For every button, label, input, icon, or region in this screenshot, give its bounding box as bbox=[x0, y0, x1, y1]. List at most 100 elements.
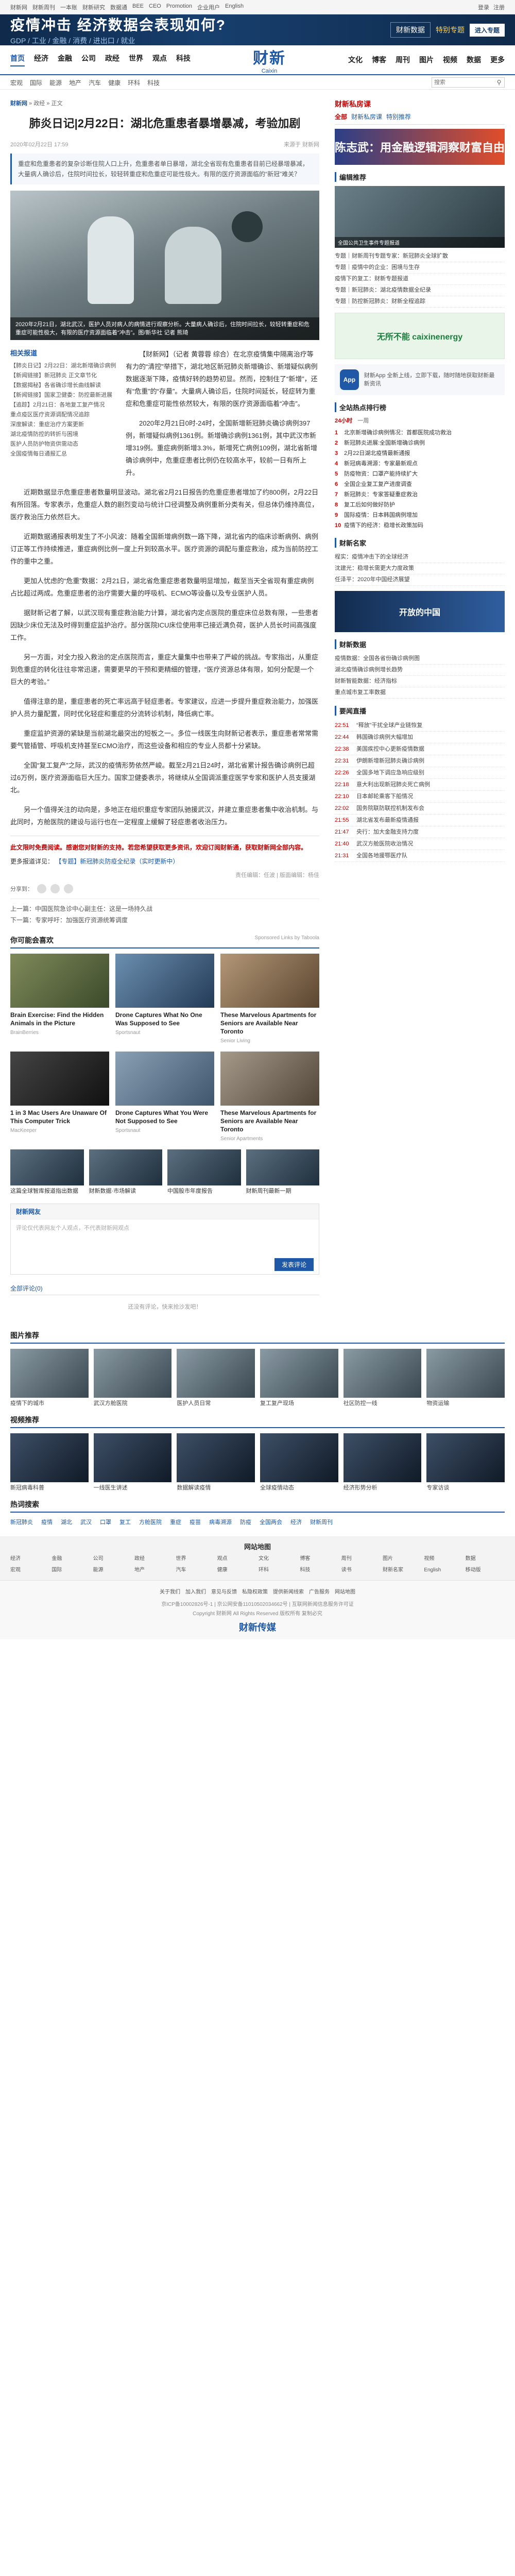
picture-card[interactable]: 疫情下的城市 bbox=[10, 1349, 89, 1408]
sitemap-link[interactable]: 世界 bbox=[176, 1554, 215, 1564]
open-china-banner[interactable]: 开放的中国 bbox=[335, 591, 505, 632]
sitemap-link[interactable]: 公司 bbox=[93, 1554, 132, 1564]
sponsored-card[interactable]: These Marvelous Apartments for Seniors a… bbox=[220, 954, 319, 1045]
editor-pick-item[interactable]: 专题｜防控新冠肺炎：财新全程追踪 bbox=[335, 296, 505, 308]
sitemap-link[interactable]: 宏观 bbox=[10, 1566, 49, 1575]
nav-item[interactable]: 文化 bbox=[348, 55, 363, 65]
hot-word[interactable]: 疫苗 bbox=[190, 1518, 201, 1527]
sitemap-link[interactable]: 周刊 bbox=[341, 1554, 381, 1564]
banner-enter-button[interactable]: 进入专题 bbox=[469, 23, 505, 37]
picture-card[interactable]: 复工复产现场 bbox=[260, 1349, 338, 1408]
sitemap-link[interactable]: 读书 bbox=[341, 1566, 381, 1575]
live-item[interactable]: 22:31 伊朗新增新冠肺炎确诊病例 bbox=[335, 755, 505, 767]
hot-word[interactable]: 全国两会 bbox=[260, 1518, 282, 1527]
editor-pick-image[interactable]: 全国公共卫生事件专题报道 bbox=[335, 186, 505, 248]
rank-tab[interactable]: 24小时 bbox=[335, 416, 352, 425]
sidebar-tab[interactable]: 特别推荐 bbox=[386, 112, 411, 121]
live-item[interactable]: 21:47 央行：加大金融支持力度 bbox=[335, 826, 505, 838]
sitemap-link[interactable]: 博客 bbox=[300, 1554, 339, 1564]
live-item[interactable]: 22:10 日本邮轮乘客下船情况 bbox=[335, 791, 505, 803]
footer-link[interactable]: 关于我们 bbox=[160, 1588, 180, 1597]
nav-item[interactable]: 公司 bbox=[81, 53, 96, 66]
video-card[interactable]: 一线医生讲述 bbox=[93, 1433, 172, 1492]
recommend-card[interactable]: 财新周刊最新一期 bbox=[246, 1149, 319, 1195]
top-banner[interactable]: 疫情冲击 经济数据会表现如何? GDP / 工业 / 金融 / 消费 / 进出口… bbox=[0, 14, 515, 45]
video-card[interactable]: 全球疫情动态 bbox=[260, 1433, 338, 1492]
subnav-item[interactable]: 环科 bbox=[128, 78, 140, 87]
top-link[interactable]: 企业用户 bbox=[197, 3, 220, 11]
subnav-item[interactable]: 地产 bbox=[69, 78, 81, 87]
top-link[interactable]: CEO bbox=[149, 3, 161, 11]
top-link[interactable]: English bbox=[225, 3, 244, 11]
breadcrumb-home[interactable]: 财新网 bbox=[10, 100, 27, 107]
nav-item[interactable]: 金融 bbox=[58, 53, 72, 66]
sitemap-link[interactable]: 财新名家 bbox=[383, 1566, 422, 1575]
register-link[interactable]: 注册 bbox=[493, 3, 505, 11]
subnav-item[interactable]: 汽车 bbox=[89, 78, 101, 87]
sponsored-card[interactable]: Brain Exercise: Find the Hidden Animals … bbox=[10, 954, 109, 1045]
picture-card[interactable]: 社区防控一线 bbox=[343, 1349, 422, 1408]
sitemap-link[interactable]: 科技 bbox=[300, 1566, 339, 1575]
related-link[interactable]: 全国疫情每日通报汇总 bbox=[10, 449, 118, 459]
sitemap-link[interactable]: 金融 bbox=[52, 1554, 91, 1564]
search-input[interactable] bbox=[432, 79, 494, 86]
sitemap-link[interactable]: 视频 bbox=[424, 1554, 463, 1564]
related-link[interactable]: 【新闻链接】国家卫健委：防控最新进展 bbox=[10, 391, 118, 400]
column-item[interactable]: 沈建光：稳增长需更大力度政策 bbox=[335, 563, 505, 574]
sitemap-link[interactable]: 移动版 bbox=[466, 1566, 505, 1575]
rank-item[interactable]: 3 2月22日湖北疫情最新通报 bbox=[335, 448, 505, 459]
hot-word[interactable]: 重症 bbox=[170, 1518, 181, 1527]
subnav-item[interactable]: 国际 bbox=[30, 78, 42, 87]
live-item[interactable]: 22:02 国务院联防联控机制发布会 bbox=[335, 803, 505, 815]
app-promo[interactable]: App 财新App 全新上线，立即下载，随时随地获取财新最新资讯 bbox=[335, 364, 505, 395]
sitemap-link[interactable]: 政经 bbox=[134, 1554, 174, 1564]
related-link[interactable]: 【追踪】2月21日：各地复工复产情况 bbox=[10, 400, 118, 410]
sidebar-tab[interactable]: 财新私房课 bbox=[351, 112, 382, 121]
related-link[interactable]: 深度解读：重症治疗方案更新 bbox=[10, 420, 118, 430]
sitemap-link[interactable]: 数据 bbox=[466, 1554, 505, 1564]
nav-item[interactable]: 经济 bbox=[34, 53, 48, 66]
data-item[interactable]: 湖北疫情确诊病例增长趋势 bbox=[335, 665, 505, 676]
rank-item[interactable]: 2 新冠肺炎进展:全国新增确诊病例 bbox=[335, 438, 505, 448]
sitemap-link[interactable]: 国际 bbox=[52, 1566, 91, 1575]
recommend-card[interactable]: 这篇全球智库报道指出数据 bbox=[10, 1149, 84, 1195]
live-item[interactable]: 21:31 全国各地援鄂医疗队 bbox=[335, 850, 505, 862]
hot-word[interactable]: 防疫 bbox=[240, 1518, 251, 1527]
live-item[interactable]: 22:51 “释放”干扰全球产业链恢复 bbox=[335, 720, 505, 732]
nav-item[interactable]: 首页 bbox=[10, 53, 25, 66]
footer-link[interactable]: 私隐权政策 bbox=[242, 1588, 268, 1597]
top-link[interactable]: 一本账 bbox=[60, 3, 77, 11]
sponsored-card[interactable]: 1 in 3 Mac Users Are Unaware Of This Com… bbox=[10, 1052, 109, 1143]
footer-link[interactable]: 网站地图 bbox=[335, 1588, 355, 1597]
hot-word[interactable]: 湖北 bbox=[61, 1518, 72, 1527]
prev-article[interactable]: 上一篇：中国医院急诊中心副主任：这是一场持久战 bbox=[10, 903, 319, 914]
rank-item[interactable]: 4 新冠病毒溯源：专家最新观点 bbox=[335, 459, 505, 469]
sponsored-card[interactable]: Drone Captures What You Were Not Suppose… bbox=[115, 1052, 214, 1143]
login-link[interactable]: 登录 bbox=[478, 3, 489, 11]
sitemap-link[interactable]: 经济 bbox=[10, 1554, 49, 1564]
breadcrumb-section[interactable]: 政经 bbox=[33, 100, 45, 107]
subnav-item[interactable]: 能源 bbox=[49, 78, 62, 87]
live-item[interactable]: 21:55 湖北省发布最新疫情通报 bbox=[335, 815, 505, 826]
sitemap-link[interactable]: 文化 bbox=[259, 1554, 298, 1564]
sponsored-card[interactable]: Drone Captures What No One Was Supposed … bbox=[115, 954, 214, 1045]
footer-link[interactable]: 加入我们 bbox=[185, 1588, 206, 1597]
picture-card[interactable]: 医护人员日常 bbox=[177, 1349, 255, 1408]
top-link[interactable]: 财新网 bbox=[10, 3, 27, 11]
top-link[interactable]: 财新研究 bbox=[82, 3, 105, 11]
hot-word[interactable]: 经济 bbox=[290, 1518, 302, 1527]
sitemap-link[interactable]: 能源 bbox=[93, 1566, 132, 1575]
related-link[interactable]: 【新闻链接】新冠肺炎 正文章节化 bbox=[10, 371, 118, 381]
comment-textarea[interactable]: 评论仅代表网友个人观点，不代表财新网观点 bbox=[11, 1219, 319, 1255]
nav-item[interactable]: 政经 bbox=[105, 53, 119, 66]
rank-item[interactable]: 5 防疫物资：口罩产能持续扩大 bbox=[335, 469, 505, 479]
rank-tab[interactable]: 一周 bbox=[357, 416, 369, 425]
hot-word[interactable]: 复工 bbox=[119, 1518, 131, 1527]
next-article[interactable]: 下一篇：专家呼吁：加强医疗资源统筹调度 bbox=[10, 914, 319, 926]
footer-link[interactable]: 广告服务 bbox=[309, 1588, 330, 1597]
sitemap-link[interactable]: 健康 bbox=[217, 1566, 256, 1575]
nav-item[interactable]: 更多 bbox=[490, 55, 505, 65]
rank-item[interactable]: 8 复工后如何做好防护 bbox=[335, 500, 505, 510]
editor-pick-item[interactable]: 专题｜财新周刊专题专家：新冠肺炎全球扩散 bbox=[335, 251, 505, 262]
video-card[interactable]: 经济形势分析 bbox=[343, 1433, 422, 1492]
